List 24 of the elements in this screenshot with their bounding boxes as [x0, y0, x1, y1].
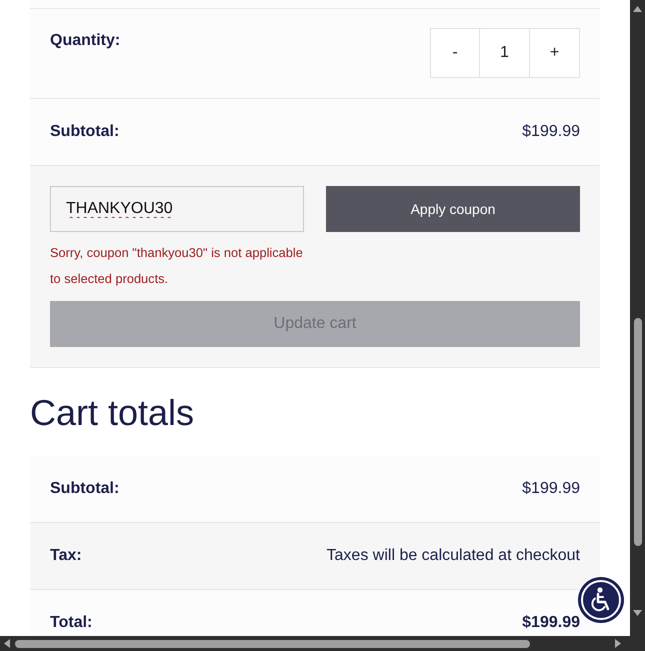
quantity-field[interactable]: 1	[480, 28, 530, 78]
horizontal-scrollbar[interactable]	[0, 636, 645, 651]
row-value: $199.99	[522, 479, 580, 499]
row-value: $199.99	[522, 613, 580, 633]
quantity-label: Quantity:	[50, 31, 120, 51]
error-message: Sorry, coupon "thankyou30" is not applicable to selected products.	[50, 244, 304, 288]
apply-coupon-button[interactable]: Apply coupon	[326, 186, 580, 232]
increment-button[interactable]: +	[530, 28, 580, 78]
scroll-left-arrow-icon[interactable]	[4, 639, 10, 648]
scroll-right-arrow-icon[interactable]	[615, 639, 621, 648]
row-label: Total:	[50, 613, 92, 633]
scroll-up-arrow-icon[interactable]	[633, 6, 642, 12]
row-label: Tax:	[50, 546, 82, 566]
subtotal-value: $199.99	[522, 122, 580, 142]
vertical-scrollbar[interactable]	[630, 0, 645, 636]
scrollbar-thumb[interactable]	[634, 318, 642, 546]
row-value: Taxes will be calculated at checkout	[326, 546, 580, 566]
scrollbar-thumb[interactable]	[15, 640, 530, 648]
section-heading: Cart totals	[30, 391, 196, 434]
decrement-button[interactable]: -	[430, 28, 480, 78]
scroll-down-arrow-icon[interactable]	[633, 610, 642, 616]
row-label: Subtotal:	[50, 479, 120, 499]
coupon-field[interactable]: THANKYOU30	[50, 186, 304, 232]
subtotal-label: Subtotal:	[50, 122, 120, 142]
